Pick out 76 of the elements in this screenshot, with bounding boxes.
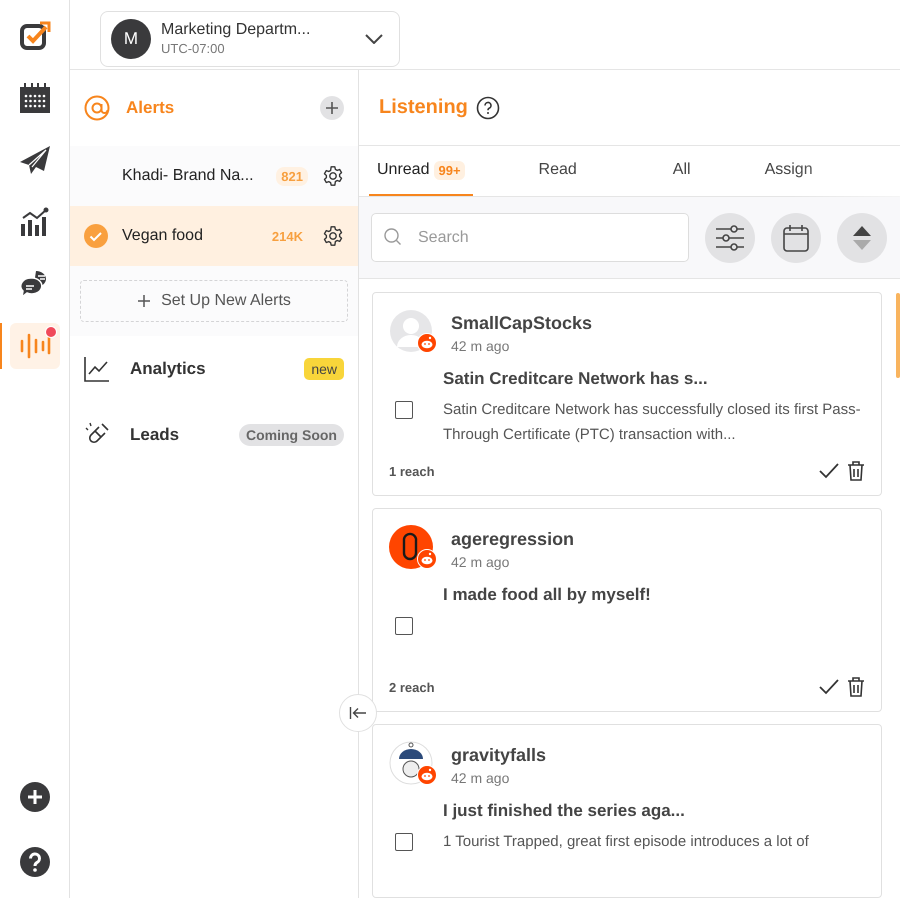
author-name: gravityfalls xyxy=(451,745,546,766)
post-time: 42 m ago xyxy=(451,338,510,354)
tab[interactable]: Assign xyxy=(756,146,821,196)
reddit-icon xyxy=(417,765,437,785)
tab[interactable]: All xyxy=(664,146,699,196)
tab-label: All xyxy=(672,161,691,179)
help-icon[interactable] xyxy=(476,96,500,120)
post-title: Satin Creditcare Network has s... xyxy=(443,369,709,389)
chevron-down-icon xyxy=(365,34,383,44)
calendar-icon xyxy=(20,83,50,113)
tab[interactable]: Read xyxy=(530,146,585,196)
checkbox[interactable] xyxy=(395,833,413,851)
sound-wave-icon xyxy=(18,331,50,361)
alerts-heading: Alerts xyxy=(126,98,176,118)
add-icon[interactable] xyxy=(320,96,344,120)
trash-icon[interactable] xyxy=(847,461,865,481)
page-title: Listening xyxy=(379,96,468,119)
post-title: I just finished the series aga... xyxy=(443,801,686,821)
logo-icon xyxy=(18,20,50,52)
timezone-label: UTC-07:00 xyxy=(161,41,226,56)
post-excerpt: 1 Tourist Trapped, great first episode introduces a lot of xyxy=(443,832,809,852)
plus-icon xyxy=(137,294,152,308)
sort-button[interactable] xyxy=(837,212,887,262)
post-excerpt: Satin Creditcare Network has successfully closed its first Pass-Through Certificate (PTC) transaction with... xyxy=(443,400,862,445)
send-icon xyxy=(20,146,50,174)
count-badge: 99+ xyxy=(434,160,465,180)
alert-item[interactable]: Vegan food 214K xyxy=(70,206,358,266)
reddit-icon xyxy=(417,333,437,353)
status-badge: Coming Soon xyxy=(239,424,344,446)
workspace-selector[interactable]: M Marketing Departm... UTC-07:00 xyxy=(100,10,400,66)
at-sign-icon xyxy=(84,95,110,121)
scrollbar-thumb[interactable] xyxy=(896,293,900,378)
collapse-button[interactable] xyxy=(339,694,377,732)
alert-count: 214K xyxy=(270,228,304,246)
settings-icon[interactable] xyxy=(322,165,344,187)
alert-item[interactable]: Khadi- Brand Na... 821 xyxy=(70,146,358,206)
post-time: 42 m ago xyxy=(451,554,510,570)
filter-button[interactable] xyxy=(705,212,755,262)
date-button[interactable] xyxy=(771,212,821,262)
collapse-left-icon xyxy=(349,706,367,720)
bar-chart-icon xyxy=(20,207,50,237)
sidebar-item[interactable]: Leads Coming Soon xyxy=(70,402,358,468)
workspace-avatar: M xyxy=(111,18,151,58)
sidebar-item[interactable]: Analytics new xyxy=(70,336,358,402)
post-time: 42 m ago xyxy=(451,770,510,786)
workspace-name: Marketing Departm... xyxy=(161,21,312,39)
checkbox[interactable] xyxy=(395,401,413,419)
tab-label: Read xyxy=(538,161,577,179)
settings-icon[interactable] xyxy=(322,225,344,247)
reach-count: 2 reach xyxy=(389,680,435,694)
help-icon[interactable] xyxy=(20,847,50,877)
trash-icon[interactable] xyxy=(847,677,865,697)
sliders-icon xyxy=(715,224,745,252)
alert-count: 821 xyxy=(276,166,308,186)
author-name: SmallCapStocks xyxy=(451,313,592,334)
set-up-alerts-button[interactable]: Set Up New Alerts xyxy=(80,280,348,322)
tab-label: Unread xyxy=(377,161,430,179)
sidebar-label: Leads xyxy=(130,425,180,445)
alert-name: Khadi- Brand Na... xyxy=(122,167,255,185)
sort-icon xyxy=(852,224,872,250)
status-badge: new xyxy=(304,358,344,380)
post-title: I made food all by myself! xyxy=(443,585,651,605)
checkmark-icon[interactable] xyxy=(819,679,839,695)
line-chart-icon xyxy=(84,356,110,382)
tab-label: Assign xyxy=(764,161,813,179)
checkmark-icon[interactable] xyxy=(819,463,839,479)
calendar-icon xyxy=(783,224,809,252)
alert-name: Vegan food xyxy=(122,227,204,245)
sidebar-label: Analytics xyxy=(130,359,207,379)
add-icon[interactable] xyxy=(20,782,50,812)
search-field[interactable]: Search xyxy=(371,213,689,262)
reach-count: 1 reach xyxy=(389,464,435,478)
checkbox[interactable] xyxy=(395,617,413,635)
check-circle-icon xyxy=(84,224,108,248)
author-name: ageregression xyxy=(451,529,574,550)
reddit-icon xyxy=(417,549,437,569)
